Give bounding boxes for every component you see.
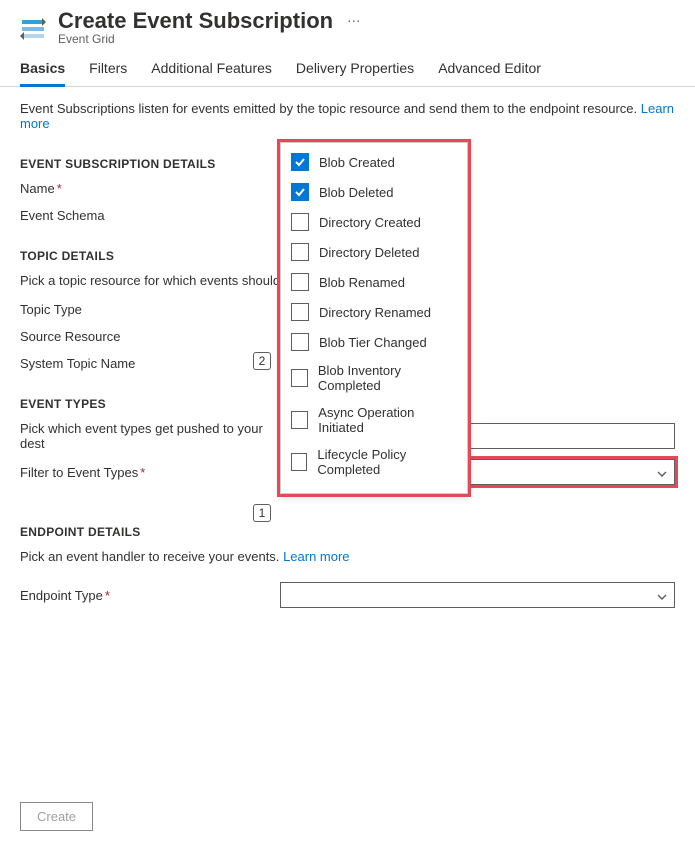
checkbox-icon[interactable] bbox=[291, 273, 309, 291]
checkbox-icon[interactable] bbox=[291, 153, 309, 171]
checkbox-icon[interactable] bbox=[291, 411, 308, 429]
event-type-option-label: Blob Renamed bbox=[319, 275, 405, 290]
event-type-option-label: Async Operation Initiated bbox=[318, 405, 457, 435]
event-type-option[interactable]: Async Operation Initiated bbox=[291, 399, 457, 441]
checkbox-icon[interactable] bbox=[291, 369, 308, 387]
more-menu-icon[interactable]: … bbox=[347, 9, 361, 25]
checkbox-icon[interactable] bbox=[291, 213, 309, 231]
event-type-option-label: Directory Deleted bbox=[319, 245, 419, 260]
event-type-option-label: Blob Deleted bbox=[319, 185, 393, 200]
callout-2: 2 bbox=[253, 352, 271, 370]
event-type-option-label: Blob Inventory Completed bbox=[318, 363, 457, 393]
event-types-dropdown[interactable]: Blob Created Blob Deleted Directory Create… bbox=[280, 142, 468, 494]
intro-text-content: Event Subscriptions listen for events em… bbox=[20, 101, 637, 116]
event-type-option[interactable]: Directory Created bbox=[291, 207, 457, 237]
tab-advanced-editor[interactable]: Advanced Editor bbox=[438, 60, 541, 86]
event-type-option-label: Blob Tier Changed bbox=[319, 335, 427, 350]
source-resource-label: Source Resource bbox=[20, 329, 280, 344]
event-schema-label: Event Schema bbox=[20, 208, 280, 223]
endpoint-type-select[interactable] bbox=[280, 582, 675, 608]
event-type-option[interactable]: Blob Tier Changed bbox=[291, 327, 457, 357]
event-type-option-label: Blob Created bbox=[319, 155, 395, 170]
checkbox-icon[interactable] bbox=[291, 453, 307, 471]
event-type-option[interactable]: Lifecycle Policy Completed bbox=[291, 441, 457, 483]
page-subtitle: Event Grid bbox=[58, 32, 675, 46]
checkbox-icon[interactable] bbox=[291, 303, 309, 321]
checkbox-icon[interactable] bbox=[291, 333, 309, 351]
callout-1: 1 bbox=[253, 504, 271, 522]
event-type-option-label: Directory Created bbox=[319, 215, 421, 230]
page-title: Create Event Subscription bbox=[58, 8, 333, 33]
checkbox-icon[interactable] bbox=[291, 243, 309, 261]
event-type-option[interactable]: Blob Created bbox=[291, 147, 457, 177]
tab-bar: Basics Filters Additional Features Deliv… bbox=[0, 50, 695, 87]
tab-filters[interactable]: Filters bbox=[89, 60, 127, 86]
event-type-option[interactable]: Blob Inventory Completed bbox=[291, 357, 457, 399]
chevron-down-icon bbox=[656, 464, 668, 488]
section-endpoint-details: ENDPOINT DETAILS bbox=[20, 525, 675, 539]
event-types-description: Pick which event types get pushed to you… bbox=[20, 421, 280, 451]
page-header: Create Event Subscription … Event Grid bbox=[0, 0, 695, 50]
name-label: Name* bbox=[20, 181, 280, 196]
event-type-option[interactable]: Directory Renamed bbox=[291, 297, 457, 327]
endpoint-type-label: Endpoint Type* bbox=[20, 588, 280, 603]
tab-additional-features[interactable]: Additional Features bbox=[151, 60, 272, 86]
create-button[interactable]: Create bbox=[20, 802, 93, 831]
intro-text: Event Subscriptions listen for events em… bbox=[20, 101, 675, 131]
event-type-option[interactable]: Blob Renamed bbox=[291, 267, 457, 297]
event-type-option-label: Directory Renamed bbox=[319, 305, 431, 320]
chevron-down-icon bbox=[656, 587, 668, 611]
event-type-option[interactable]: Blob Deleted bbox=[291, 177, 457, 207]
event-grid-icon bbox=[20, 16, 46, 42]
endpoint-learn-more-link[interactable]: Learn more bbox=[283, 549, 349, 564]
topic-type-label: Topic Type bbox=[20, 302, 280, 317]
checkbox-icon[interactable] bbox=[291, 183, 309, 201]
tab-delivery-properties[interactable]: Delivery Properties bbox=[296, 60, 414, 86]
event-type-option-label: Lifecycle Policy Completed bbox=[317, 447, 457, 477]
event-type-option[interactable]: Directory Deleted bbox=[291, 237, 457, 267]
system-topic-name-label: System Topic Name bbox=[20, 356, 280, 371]
tab-basics[interactable]: Basics bbox=[20, 60, 65, 87]
filter-event-types-label: Filter to Event Types* bbox=[20, 465, 280, 480]
endpoint-details-description: Pick an event handler to receive your ev… bbox=[20, 549, 675, 564]
